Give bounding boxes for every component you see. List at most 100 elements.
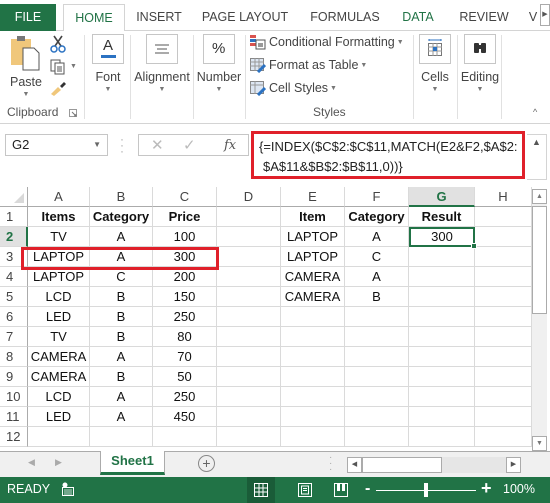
font-button[interactable]: A Font ▼ xyxy=(90,34,126,93)
tab-split-grip-icon[interactable]: · · · xyxy=(329,453,332,475)
insert-function-icon[interactable]: fx xyxy=(224,138,236,153)
select-all-button[interactable] xyxy=(0,187,28,207)
cell-D2[interactable] xyxy=(217,227,281,247)
copy-icon[interactable] xyxy=(50,59,66,75)
cell-styles-button[interactable]: Cell Styles ▼ xyxy=(250,81,337,97)
cell-A5-value[interactable]: LCD xyxy=(28,287,90,307)
cell-C1-value[interactable]: Price xyxy=(153,207,217,227)
cell-G3-value[interactable] xyxy=(409,247,475,267)
cell-D10[interactable] xyxy=(217,387,281,407)
row-header-2[interactable]: 2 xyxy=(0,227,28,247)
editing-button[interactable]: Editing ▼ xyxy=(459,34,501,93)
cell-C7-value[interactable]: 80 xyxy=(153,327,217,347)
cell-F2-value[interactable]: A xyxy=(345,227,409,247)
cell-C11-value[interactable]: 450 xyxy=(153,407,217,427)
cells-button[interactable]: Cells ▼ xyxy=(416,34,454,93)
cell-G10[interactable] xyxy=(409,387,475,407)
cell-E10[interactable] xyxy=(281,387,345,407)
macro-recording-icon[interactable] xyxy=(62,482,74,496)
tab-formulas[interactable]: FORMULAS xyxy=(303,4,387,31)
cell-G1-value[interactable]: Result xyxy=(409,207,475,227)
cell-C2-value[interactable]: 100 xyxy=(153,227,217,247)
tab-page-layout[interactable]: PAGE LAYOUT xyxy=(196,4,294,31)
row-header-6[interactable]: 6 xyxy=(0,307,28,327)
cell-B7-value[interactable]: B xyxy=(90,327,153,347)
cell-D12[interactable] xyxy=(217,427,281,447)
formula-input[interactable]: {=INDEX($C$2:$C$11,MATCH(E2&F2,$A$2: $A$… xyxy=(251,131,525,179)
cell-H4[interactable] xyxy=(475,267,532,287)
cell-B1-value[interactable]: Category xyxy=(90,207,153,227)
cell-F11[interactable] xyxy=(345,407,409,427)
cell-B5-value[interactable]: B xyxy=(90,287,153,307)
cell-H3[interactable] xyxy=(475,247,532,267)
cell-G4-value[interactable] xyxy=(409,267,475,287)
cell-G12[interactable] xyxy=(409,427,475,447)
fill-handle[interactable] xyxy=(471,243,477,249)
sheet-tab-sheet1[interactable]: Sheet1 xyxy=(100,451,165,475)
scroll-right-button[interactable]: ▶ xyxy=(506,457,521,473)
cell-H7[interactable] xyxy=(475,327,532,347)
cell-C4-value[interactable]: 200 xyxy=(153,267,217,287)
cell-D4[interactable] xyxy=(217,267,281,287)
cell-E11[interactable] xyxy=(281,407,345,427)
cell-H6[interactable] xyxy=(475,307,532,327)
cell-D1[interactable] xyxy=(217,207,281,227)
cell-G7[interactable] xyxy=(409,327,475,347)
cell-A12[interactable] xyxy=(28,427,90,447)
cell-A2-value[interactable]: TV xyxy=(28,227,90,247)
expand-formula-bar-button[interactable]: ▲ xyxy=(527,134,547,180)
column-header-h[interactable]: H xyxy=(475,187,532,207)
cell-G5-value[interactable] xyxy=(409,287,475,307)
cell-F12[interactable] xyxy=(345,427,409,447)
zoom-slider-thumb[interactable] xyxy=(424,483,428,497)
cell-C12[interactable] xyxy=(153,427,217,447)
cell-C9-value[interactable]: 50 xyxy=(153,367,217,387)
zoom-out-button[interactable]: - xyxy=(365,480,370,498)
row-header-8[interactable]: 8 xyxy=(0,347,28,367)
cell-D5[interactable] xyxy=(217,287,281,307)
cell-E12[interactable] xyxy=(281,427,345,447)
row-header-1[interactable]: 1 xyxy=(0,207,28,227)
cell-A9-value[interactable]: CAMERA xyxy=(28,367,90,387)
cell-F9[interactable] xyxy=(345,367,409,387)
clipboard-launcher-icon[interactable] xyxy=(69,109,77,117)
cell-B2-value[interactable]: A xyxy=(90,227,153,247)
cell-E2-value[interactable]: LAPTOP xyxy=(281,227,345,247)
row-header-4[interactable]: 4 xyxy=(0,267,28,287)
cancel-icon[interactable]: ✕ xyxy=(151,136,164,154)
cell-F5-value[interactable]: B xyxy=(345,287,409,307)
formula-bar-grip-icon[interactable]: · · · xyxy=(120,133,124,157)
vertical-scroll-thumb[interactable] xyxy=(532,206,547,314)
cell-F10[interactable] xyxy=(345,387,409,407)
cell-C5-value[interactable]: 150 xyxy=(153,287,217,307)
copy-dropdown-icon[interactable]: ▼ xyxy=(70,63,77,70)
name-box-dropdown-icon[interactable]: ▼ xyxy=(93,135,101,155)
cell-C10-value[interactable]: 250 xyxy=(153,387,217,407)
cell-G8[interactable] xyxy=(409,347,475,367)
cell-G9[interactable] xyxy=(409,367,475,387)
sheet-next-icon[interactable]: ▶ xyxy=(55,457,62,468)
tab-insert[interactable]: INSERT xyxy=(128,4,190,31)
cell-G2-value[interactable]: 300 xyxy=(409,227,475,247)
column-header-b[interactable]: B xyxy=(90,187,153,207)
number-button[interactable]: % Number ▼ xyxy=(195,34,243,93)
cell-A8-value[interactable]: CAMERA xyxy=(28,347,90,367)
cell-H12[interactable] xyxy=(475,427,532,447)
cell-H2[interactable] xyxy=(475,227,532,247)
cell-B9-value[interactable]: B xyxy=(90,367,153,387)
enter-check-icon[interactable]: ✓ xyxy=(183,136,196,154)
cell-A6-value[interactable]: LED xyxy=(28,307,90,327)
row-header-7[interactable]: 7 xyxy=(0,327,28,347)
cell-D8[interactable] xyxy=(217,347,281,367)
cell-E3-value[interactable]: LAPTOP xyxy=(281,247,345,267)
cell-F7[interactable] xyxy=(345,327,409,347)
cell-H8[interactable] xyxy=(475,347,532,367)
cell-D7[interactable] xyxy=(217,327,281,347)
cell-G11[interactable] xyxy=(409,407,475,427)
tab-scroll-right-button[interactable]: ▶ xyxy=(540,4,550,26)
scroll-down-button[interactable]: ▼ xyxy=(532,436,547,451)
cell-D3[interactable] xyxy=(217,247,281,267)
row-header-11[interactable]: 11 xyxy=(0,407,28,427)
cell-C8-value[interactable]: 70 xyxy=(153,347,217,367)
cell-F8[interactable] xyxy=(345,347,409,367)
